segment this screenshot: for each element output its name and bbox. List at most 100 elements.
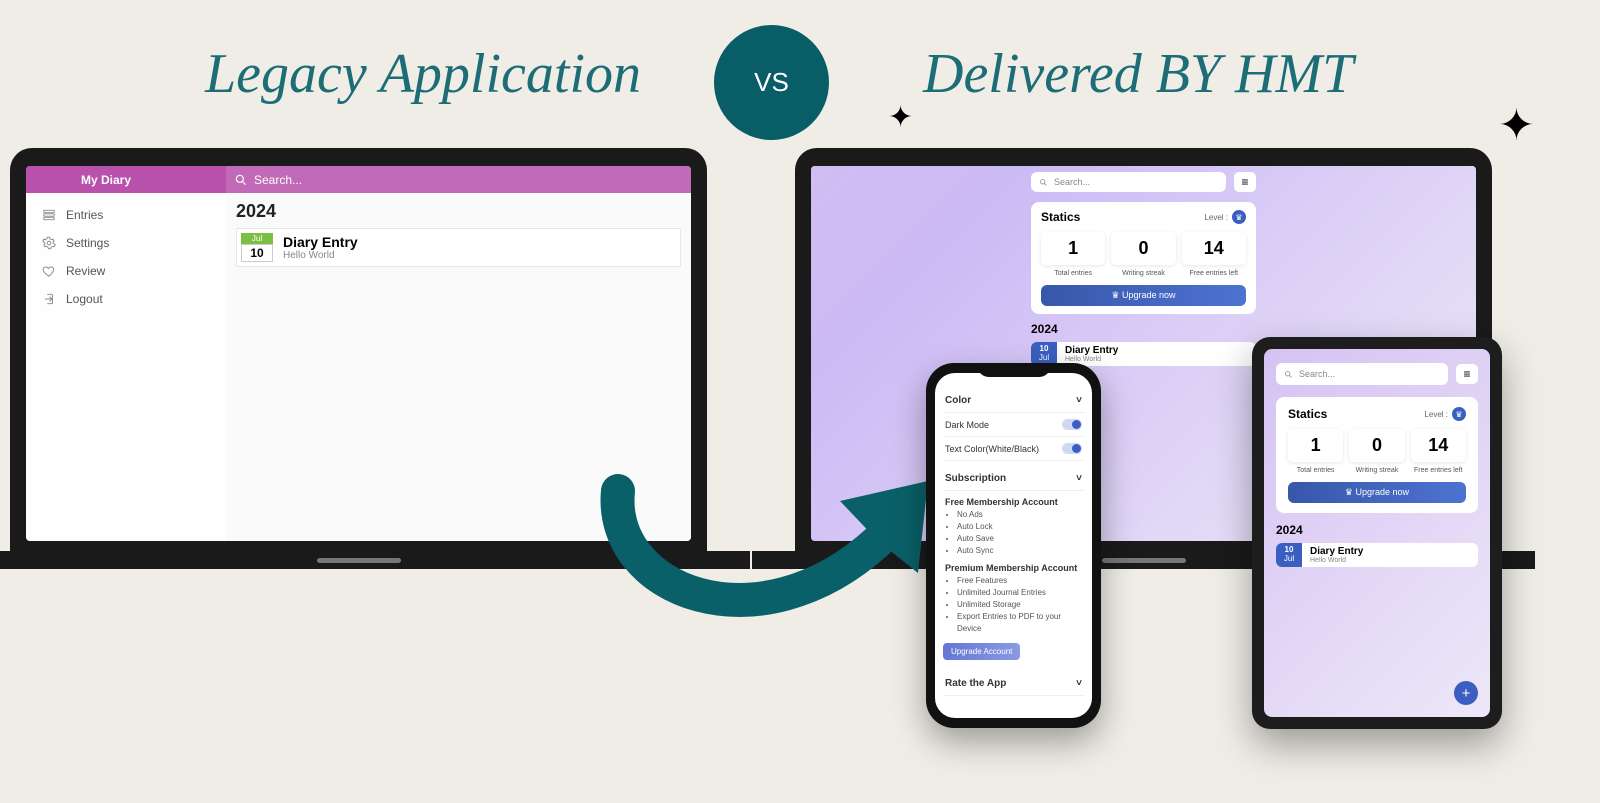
date-day: 10 bbox=[241, 244, 273, 262]
premium-features-list: Free Features Unlimited Journal Entries … bbox=[943, 575, 1084, 635]
heart-icon bbox=[42, 264, 56, 278]
chevron-down-icon: ˅ bbox=[1076, 395, 1082, 406]
sidebar: Entries Settings Review Logout bbox=[26, 193, 226, 541]
section-rate[interactable]: Rate the App ˅ bbox=[943, 672, 1084, 696]
sparkle-icon: ✦ bbox=[888, 100, 913, 135]
premium-membership-title: Premium Membership Account bbox=[943, 557, 1084, 575]
upgrade-button[interactable]: ♛ Upgrade now bbox=[1041, 285, 1246, 306]
stat-label: Total entries bbox=[1041, 270, 1105, 277]
sidebar-item-entries[interactable]: Entries bbox=[26, 201, 226, 229]
section-subscription[interactable]: Subscription ˅ bbox=[943, 467, 1084, 491]
level-label: Level :♛ bbox=[1204, 210, 1246, 224]
search-placeholder: Search... bbox=[1299, 369, 1335, 379]
section-label: Color bbox=[945, 395, 971, 406]
stat-writing-streak: 0 bbox=[1111, 232, 1175, 265]
date-badge: Jul 10 bbox=[241, 233, 273, 262]
search-icon bbox=[1284, 370, 1293, 379]
tablet-device: Search... ≡ Statics Level :♛ 1 0 14 Tota… bbox=[1252, 337, 1502, 729]
list-item: No Ads bbox=[957, 509, 1084, 521]
sidebar-item-label: Review bbox=[66, 264, 105, 278]
stat-writing-streak: 0 bbox=[1349, 429, 1404, 462]
list-item: Auto Lock bbox=[957, 521, 1084, 533]
entries-icon bbox=[42, 208, 56, 222]
toggle-label: Text Color(White/Black) bbox=[945, 444, 1039, 454]
year-heading: 2024 bbox=[1276, 523, 1478, 537]
stat-total-entries: 1 bbox=[1041, 232, 1105, 265]
menu-button[interactable]: ≡ bbox=[1234, 172, 1256, 192]
stats-card: Statics Level :♛ 1 0 14 Total entries Wr… bbox=[1276, 397, 1478, 513]
gear-icon bbox=[42, 236, 56, 250]
chevron-down-icon: ˅ bbox=[1076, 473, 1082, 484]
toggle-label: Dark Mode bbox=[945, 420, 989, 430]
year-heading: 2024 bbox=[1031, 322, 1256, 336]
add-entry-button[interactable]: + bbox=[1454, 681, 1478, 705]
date-badge: 10 Jul bbox=[1276, 543, 1302, 567]
upgrade-account-button[interactable]: Upgrade Account bbox=[943, 643, 1020, 660]
list-item: Auto Save bbox=[957, 533, 1084, 545]
menu-icon: ≡ bbox=[1463, 367, 1470, 381]
stat-free-entries: 14 bbox=[1182, 232, 1246, 265]
stat-label: Total entries bbox=[1288, 467, 1343, 474]
free-membership-title: Free Membership Account bbox=[943, 491, 1084, 509]
stat-label: Writing streak bbox=[1111, 270, 1175, 277]
sidebar-item-label: Logout bbox=[66, 292, 103, 306]
search-icon bbox=[1039, 178, 1048, 187]
search-input[interactable]: Search... bbox=[1276, 363, 1448, 385]
chevron-down-icon: ˅ bbox=[1076, 678, 1082, 689]
sidebar-item-label: Entries bbox=[66, 208, 103, 222]
level-label: Level :♛ bbox=[1424, 407, 1466, 421]
sidebar-item-logout[interactable]: Logout bbox=[26, 285, 226, 313]
entry-title: Diary Entry bbox=[283, 234, 358, 250]
entry-subtitle: Hello World bbox=[1065, 356, 1118, 363]
list-item: Unlimited Storage bbox=[957, 599, 1084, 611]
section-color[interactable]: Color ˅ bbox=[943, 389, 1084, 413]
stat-label: Free entries left bbox=[1182, 270, 1246, 277]
sparkle-icon: ✦ bbox=[1498, 100, 1535, 151]
entry-row[interactable]: Jul 10 Diary Entry Hello World bbox=[236, 228, 681, 267]
stats-title: Statics bbox=[1041, 210, 1080, 224]
entry-title: Diary Entry bbox=[1310, 543, 1363, 557]
list-item: Export Entries to PDF to your Device bbox=[957, 611, 1084, 635]
crown-icon: ♛ bbox=[1345, 487, 1353, 497]
crown-icon: ♛ bbox=[1232, 210, 1246, 224]
vs-badge: VS bbox=[714, 25, 829, 140]
entry-row[interactable]: 10 Jul Diary Entry Hello World bbox=[1276, 543, 1478, 567]
menu-button[interactable]: ≡ bbox=[1456, 364, 1478, 384]
hmt-app-screen-phone: Color ˅ Dark Mode Text Color(White/Black… bbox=[935, 373, 1092, 718]
section-label: Subscription bbox=[945, 473, 1006, 484]
stats-card: Statics Level :♛ 1 0 14 Total entries Wr… bbox=[1031, 202, 1256, 314]
toggle-switch[interactable] bbox=[1062, 419, 1082, 430]
search-input[interactable]: Search... bbox=[226, 166, 691, 193]
phone-device: Color ˅ Dark Mode Text Color(White/Black… bbox=[926, 363, 1101, 728]
free-features-list: No Ads Auto Lock Auto Save Auto Sync bbox=[943, 509, 1084, 557]
crown-icon: ♛ bbox=[1111, 290, 1119, 300]
entry-title: Diary Entry bbox=[1065, 342, 1118, 356]
date-month: Jul bbox=[241, 233, 273, 244]
stats-title: Statics bbox=[1288, 407, 1327, 421]
list-item: Auto Sync bbox=[957, 545, 1084, 557]
sidebar-item-review[interactable]: Review bbox=[26, 257, 226, 285]
list-item: Free Features bbox=[957, 575, 1084, 587]
heading-hmt: Delivered BY HMT bbox=[923, 42, 1353, 106]
logout-icon bbox=[42, 292, 56, 306]
toggle-text-color[interactable]: Text Color(White/Black) bbox=[943, 437, 1084, 461]
stat-label: Free entries left bbox=[1411, 467, 1466, 474]
entry-subtitle: Hello World bbox=[283, 250, 358, 261]
toggle-switch[interactable] bbox=[1062, 443, 1082, 454]
menu-icon: ≡ bbox=[1241, 175, 1248, 189]
entry-subtitle: Hello World bbox=[1310, 557, 1363, 564]
toggle-dark-mode[interactable]: Dark Mode bbox=[943, 413, 1084, 437]
heading-legacy: Legacy Application bbox=[205, 42, 641, 106]
upgrade-button[interactable]: ♛ Upgrade now bbox=[1288, 482, 1466, 503]
crown-icon: ♛ bbox=[1452, 407, 1466, 421]
stat-label: Writing streak bbox=[1349, 467, 1404, 474]
search-placeholder: Search... bbox=[254, 173, 302, 187]
section-label: Rate the App bbox=[945, 678, 1006, 689]
list-item: Unlimited Journal Entries bbox=[957, 587, 1084, 599]
search-input[interactable]: Search... bbox=[1031, 172, 1226, 192]
date-month: Jul bbox=[1276, 555, 1302, 564]
sidebar-item-label: Settings bbox=[66, 236, 109, 250]
stat-total-entries: 1 bbox=[1288, 429, 1343, 462]
sidebar-item-settings[interactable]: Settings bbox=[26, 229, 226, 257]
search-placeholder: Search... bbox=[1054, 177, 1090, 187]
